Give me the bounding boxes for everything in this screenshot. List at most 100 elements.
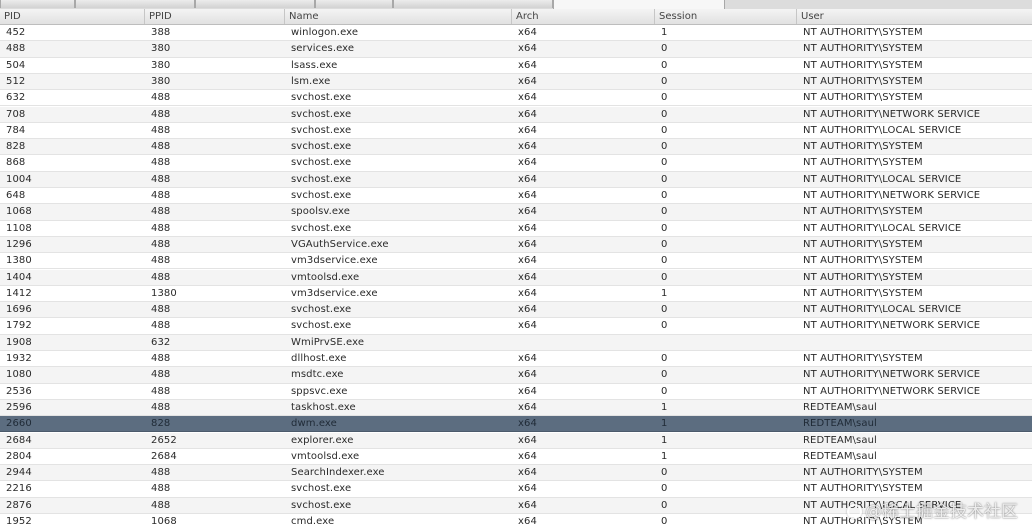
table-row[interactable]: 828 488 svchost.exe x64 0 NT AUTHORITY\SYSTEM (0, 139, 1032, 156)
cell-name: svchost.exe (291, 124, 352, 136)
table-row[interactable]: 868 488 svchost.exe x64 0 NT AUTHORITY\SYSTEM (0, 155, 1032, 172)
table-row[interactable]: 2804 2684 vmtoolsd.exe x64 1 REDTEAM\saul (0, 448, 1032, 466)
table-row[interactable]: 784 488 svchost.exe x64 0 NT AUTHORITY\LOCAL … (0, 122, 1032, 140)
cell-arch: x64 (518, 320, 537, 332)
cell-ppid: 488 (151, 206, 171, 218)
table-row[interactable]: 2660 828 dwm.exe x64 1 REDTEAM\saul (0, 416, 1032, 433)
cell-ppid: 488 (151, 483, 171, 495)
cell-user: NT AUTHORITY\SYSTEM (803, 238, 923, 250)
table-row[interactable]: 1080 488 msdtc.exe x64 0 NT AUTHORITY\NETWORK… (0, 367, 1032, 384)
table-row[interactable]: 1004 488 svchost.exe x64 0 NT AUTHORITY\LOCAL… (0, 171, 1032, 188)
cell-pid: 512 (6, 75, 26, 87)
cell-arch: x64 (518, 499, 537, 511)
cell-name: svchost.exe (291, 304, 352, 316)
cell-name: svchost.exe (291, 483, 352, 495)
table-row[interactable]: 708 488 svchost.exe x64 0 NT AUTHORITY\NETWOR… (0, 106, 1032, 123)
cell-arch: x64 (518, 75, 537, 87)
cell-user: NT AUTHORITY\SYSTEM (803, 271, 923, 283)
cell-pid: 784 (6, 124, 26, 136)
cell-arch: x64 (518, 92, 537, 104)
cell-ppid: 488 (151, 190, 171, 201)
table-row[interactable]: 2596 488 taskhost.exe x64 1 REDTEAM\saul (0, 399, 1032, 417)
cell-session: 1 (661, 287, 668, 299)
table-row[interactable]: 2944 488 SearchIndexer.exe x64 0 NT AUTHORITY… (0, 465, 1032, 482)
cell-user: REDTEAM\saul (803, 434, 877, 446)
cell-session: 0 (661, 43, 668, 55)
cell-ppid: 488 (151, 222, 171, 234)
table-row[interactable]: 1296 488 VGAuthService.exe x64 0 NT AUTHORITY… (0, 236, 1032, 254)
cell-session: 0 (661, 467, 668, 479)
cell-pid: 1952 (6, 516, 32, 526)
cell-user: REDTEAM\saul (803, 418, 877, 430)
table-row[interactable]: 1908 632 WmiPrvSE.exe (0, 334, 1032, 351)
cell-session: 1 (661, 450, 668, 462)
tab-processes[interactable] (553, 0, 725, 9)
table-row[interactable]: 1404 488 vmtoolsd.exe x64 0 NT AUTHORITY\SYST… (0, 269, 1032, 286)
table-row[interactable]: 648 488 svchost.exe x64 0 NT AUTHORITY\NETWOR… (0, 188, 1032, 205)
cell-session: 0 (661, 92, 668, 104)
table-row[interactable]: 1932 488 dllhost.exe x64 0 NT AUTHORITY\SYSTE… (0, 351, 1032, 368)
cell-user: NT AUTHORITY\SYSTEM (803, 483, 923, 495)
cell-session: 1 (661, 401, 668, 413)
column-header-session[interactable]: Session (655, 9, 797, 24)
table-row[interactable]: 1380 488 vm3dservice.exe x64 0 NT AUTHORITY\S… (0, 253, 1032, 270)
cell-session: 0 (661, 353, 668, 364)
cell-pid: 1296 (6, 238, 32, 250)
cell-arch: x64 (518, 304, 537, 316)
cell-name: services.exe (291, 43, 355, 55)
cell-session: 0 (661, 190, 668, 201)
table-row[interactable]: 1696 488 svchost.exe x64 0 NT AUTHORITY\LOCAL… (0, 302, 1032, 319)
cell-arch: x64 (518, 450, 537, 462)
column-header-pid[interactable]: PID (0, 9, 145, 24)
cell-ppid: 488 (151, 304, 171, 316)
cell-session: 0 (661, 255, 668, 267)
table-row[interactable]: 1792 488 svchost.exe x64 0 NT AUTHORITY\NETWO… (0, 318, 1032, 335)
cell-session: 0 (661, 238, 668, 250)
column-header-arch[interactable]: Arch (512, 9, 655, 24)
table-row[interactable]: 2684 2652 explorer.exe x64 1 REDTEAM\saul (0, 432, 1032, 449)
cell-name: svchost.exe (291, 320, 352, 332)
column-header-ppid[interactable]: PPID (145, 9, 285, 24)
cell-pid: 708 (6, 108, 26, 120)
tab[interactable] (393, 0, 553, 8)
cell-session: 0 (661, 271, 668, 283)
table-row[interactable]: 1068 488 spoolsv.exe x64 0 NT AUTHORITY\SYSTE… (0, 204, 1032, 221)
cell-pid: 1080 (6, 369, 32, 381)
tab[interactable] (75, 0, 195, 8)
cell-arch: x64 (518, 287, 537, 299)
tab[interactable] (195, 0, 315, 8)
cell-session: 0 (661, 222, 668, 234)
table-row[interactable]: 1108 488 svchost.exe x64 0 NT AUTHORITY\LOCAL… (0, 220, 1032, 237)
column-header-name[interactable]: Name (285, 9, 512, 24)
cell-session: 0 (661, 516, 668, 526)
cell-session: 1 (661, 27, 668, 38)
cell-user: NT AUTHORITY\SYSTEM (803, 141, 923, 153)
cell-ppid: 488 (151, 385, 171, 397)
table-row[interactable]: 632 488 svchost.exe x64 0 NT AUTHORITY\SYSTEM (0, 90, 1032, 107)
cell-session: 0 (661, 108, 668, 120)
cell-arch: x64 (518, 255, 537, 267)
table-row[interactable]: 2536 488 sppsvc.exe x64 0 NT AUTHORITY\NETWOR… (0, 383, 1032, 400)
table-row[interactable]: 512 380 lsm.exe x64 0 NT AUTHORITY\SYSTEM (0, 73, 1032, 91)
column-header-user[interactable]: User (797, 9, 1032, 24)
cell-name: svchost.exe (291, 157, 352, 169)
table-row[interactable]: 504 380 lsass.exe x64 0 NT AUTHORITY\SYSTEM (0, 57, 1032, 74)
tab[interactable] (0, 0, 75, 8)
table-row[interactable]: 1412 1380 vm3dservice.exe x64 1 NT AUTHORITY\… (0, 285, 1032, 303)
cell-name: dllhost.exe (291, 353, 347, 364)
cell-session: 0 (661, 499, 668, 511)
table-row[interactable]: 452 388 winlogon.exe x64 1 NT AUTHORITY\SYSTE… (0, 25, 1032, 42)
cell-arch: x64 (518, 385, 537, 397)
cell-pid: 1792 (6, 320, 32, 332)
cell-arch: x64 (518, 173, 537, 185)
cell-ppid: 488 (151, 108, 171, 120)
tab[interactable] (315, 0, 393, 8)
watermark: @稀土掘金技术社区 (847, 497, 1018, 522)
table-row[interactable]: 2216 488 svchost.exe x64 0 NT AUTHORITY\SYSTE… (0, 481, 1032, 498)
table-row[interactable]: 488 380 services.exe x64 0 NT AUTHORITY\SYSTE… (0, 41, 1032, 58)
cell-name: taskhost.exe (291, 401, 356, 413)
cell-name: lsm.exe (291, 75, 331, 87)
cell-session: 0 (661, 320, 668, 332)
cell-user: NT AUTHORITY\SYSTEM (803, 206, 923, 218)
cell-arch: x64 (518, 483, 537, 495)
